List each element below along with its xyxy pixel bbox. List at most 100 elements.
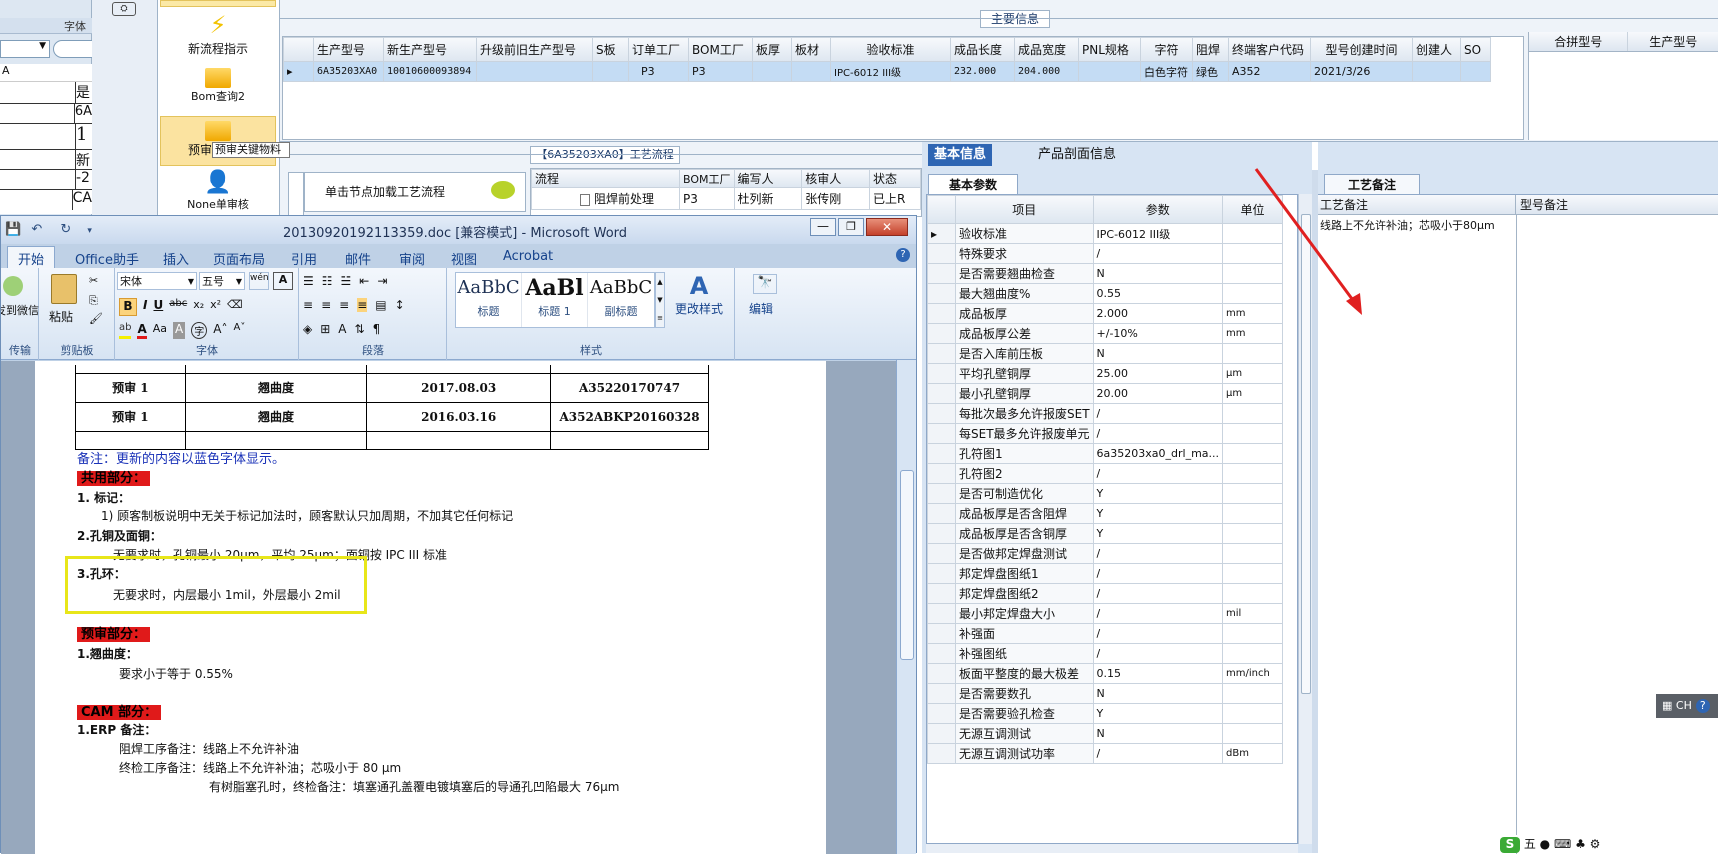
column-header[interactable]: BOM工厂: [679, 169, 735, 188]
tab-profile-info[interactable]: 产品剖面信息: [1038, 144, 1116, 166]
param-row[interactable]: 无源互调测试功率 / dBm: [927, 743, 1284, 764]
param-value[interactable]: N: [1092, 723, 1224, 744]
param-row[interactable]: 邦定焊盘图纸1/: [927, 563, 1284, 584]
align-left-icon[interactable]: ≡: [303, 298, 313, 312]
param-value[interactable]: /: [1092, 563, 1224, 584]
param-row[interactable]: 是否需要数孔 N: [927, 683, 1284, 704]
find-icon[interactable]: 🔭: [753, 274, 777, 294]
param-row[interactable]: 最小孔壁铜厚 20.00 μm: [927, 383, 1284, 404]
superscript-icon[interactable]: x²: [210, 298, 221, 316]
clear-format-icon[interactable]: ⌫: [227, 298, 243, 316]
column-header[interactable]: 板材: [791, 37, 831, 62]
bold-icon[interactable]: B: [119, 298, 137, 316]
column-header[interactable]: 合拼型号: [1529, 32, 1629, 51]
subscript-icon[interactable]: x₂: [193, 298, 204, 316]
doc-warp-heading[interactable]: 1.翘曲度：: [77, 645, 138, 662]
table-row[interactable]: ▸ 6A35203XA0 10010600093894 P3 P3 IPC-60…: [283, 61, 1491, 82]
sogou-tray[interactable]: S 五 ● ⌨ ♣ ⚙: [1500, 835, 1718, 853]
column-header[interactable]: 新生产型号: [383, 37, 477, 62]
style-heading-1[interactable]: AaBl 标题 1: [522, 273, 588, 327]
param-row[interactable]: 每批次最多允许报废SET /: [927, 403, 1284, 424]
column-header[interactable]: 创建人: [1412, 37, 1461, 62]
show-marks-icon[interactable]: ¶: [373, 322, 381, 336]
param-row[interactable]: 孔符图1 6a35203xa0_drl_ma...: [927, 443, 1284, 464]
copy-icon[interactable]: ⎘: [89, 294, 98, 308]
param-row[interactable]: 是否需要验孔检查 Y: [927, 703, 1284, 724]
tab-review[interactable]: 审阅: [399, 249, 425, 268]
column-header[interactable]: 编写人: [733, 169, 803, 188]
increase-indent-icon[interactable]: ⇥: [377, 274, 387, 288]
font-size-select[interactable]: 五号 ▼: [199, 272, 245, 290]
format-painter-icon[interactable]: 🖌: [89, 312, 103, 325]
param-row[interactable]: 孔符图2/: [927, 463, 1284, 484]
doc-heading-common[interactable]: 共用部分：: [77, 467, 151, 486]
column-header[interactable]: 型号创建时间: [1310, 37, 1413, 62]
minimize-button[interactable]: —: [810, 218, 836, 236]
column-header[interactable]: 核审人: [801, 169, 871, 188]
param-value[interactable]: /: [1092, 243, 1224, 264]
tab-acrobat[interactable]: Acrobat: [503, 249, 553, 264]
ime-bar[interactable]: ▦ CH?: [1656, 694, 1718, 718]
borders-icon[interactable]: ⊞: [320, 322, 330, 336]
param-value[interactable]: Y: [1092, 523, 1224, 544]
param-row[interactable]: ▸ 验收标准 IPC-6012 III级: [927, 223, 1284, 244]
doc-vscroll[interactable]: [896, 360, 916, 854]
redo-icon[interactable]: ↻: [60, 222, 71, 237]
column-header[interactable]: BOM工厂: [688, 37, 753, 62]
param-value[interactable]: 0.15: [1092, 663, 1224, 684]
column-header[interactable]: 成品长度: [950, 37, 1015, 62]
justify-icon[interactable]: ≡: [357, 298, 368, 312]
doc-heading-cam[interactable]: CAM 部分：: [77, 701, 162, 720]
param-row[interactable]: 是否可制造优化 Y: [927, 483, 1284, 504]
param-value[interactable]: /: [1092, 583, 1224, 604]
ribbon-help-icon[interactable]: ?: [896, 248, 910, 262]
help-icon[interactable]: ?: [1695, 699, 1710, 713]
align-center-icon[interactable]: ≡: [321, 298, 331, 312]
column-header[interactable]: 状态: [869, 169, 921, 188]
change-styles-button[interactable]: A 更改样式: [671, 272, 727, 317]
param-value[interactable]: Y: [1092, 483, 1224, 504]
tab-references[interactable]: 引用: [291, 249, 317, 268]
doc-ring-heading[interactable]: 3.孔环：: [77, 565, 126, 582]
param-value[interactable]: 6a35203xa0_drl_ma...: [1092, 443, 1224, 464]
style-heading[interactable]: AaBbC 标题: [456, 273, 522, 327]
shading-icon[interactable]: ◈: [303, 322, 312, 336]
underline-icon[interactable]: U: [153, 298, 163, 316]
param-value[interactable]: /: [1092, 543, 1224, 564]
paste-icon[interactable]: [51, 274, 77, 304]
params-hscroll[interactable]: [926, 844, 1298, 853]
table-row[interactable]: 阻焊前处理 P3 杜列新 张传刚 已上R: [531, 187, 921, 210]
doc-erp-line3[interactable]: 有树脂塞孔时，终检备注：填塞通孔盖覆电镀填塞后的导通孔凹陷最大 76μm: [209, 778, 619, 795]
enclose-char-icon[interactable]: 字: [191, 322, 208, 339]
strike-icon[interactable]: abc: [169, 298, 187, 316]
shrink-font-icon[interactable]: A˅: [233, 322, 245, 339]
doc-ring-text[interactable]: 无要求时，内层最小 1mil，外层最小 2mil: [113, 586, 341, 603]
char-border-icon[interactable]: A: [273, 272, 293, 290]
doc-mark-heading[interactable]: 1. 标记：: [77, 489, 130, 506]
param-value[interactable]: /: [1092, 623, 1224, 644]
doc-note[interactable]: 备注：更新的内容以蓝色字体显示。: [77, 448, 285, 467]
param-row[interactable]: 成品板厚是否含铜厚 Y: [927, 523, 1284, 544]
distribute-icon[interactable]: ▤: [375, 298, 386, 312]
column-header[interactable]: 流程: [531, 169, 680, 188]
param-value[interactable]: /: [1092, 403, 1224, 424]
numbering-icon[interactable]: ☷: [322, 274, 333, 288]
align-right-icon[interactable]: ≡: [339, 298, 349, 312]
param-value[interactable]: N: [1092, 263, 1224, 284]
cut-icon[interactable]: ✂: [89, 274, 98, 287]
column-header[interactable]: 成品宽度: [1014, 37, 1079, 62]
column-header[interactable]: 项目: [955, 195, 1094, 224]
italic-icon[interactable]: I: [143, 298, 147, 316]
column-header[interactable]: 阻焊: [1192, 37, 1229, 62]
doc-erp-heading[interactable]: 1.ERP 备注：: [77, 721, 156, 738]
param-value[interactable]: 20.00: [1092, 383, 1224, 404]
column-header[interactable]: 生产型号: [1628, 32, 1718, 51]
gallery-scroll[interactable]: ▲ ▼ ≡: [655, 272, 665, 328]
param-value[interactable]: IPC-6012 III级: [1092, 223, 1224, 244]
tab-page-layout[interactable]: 页面布局: [213, 249, 265, 268]
param-row[interactable]: 最小邦定焊盘大小 / mil: [927, 603, 1284, 624]
column-header[interactable]: S板: [592, 37, 629, 62]
undo-icon[interactable]: ↶: [31, 222, 42, 237]
edit-label[interactable]: 编辑: [749, 300, 773, 317]
phonetic-icon[interactable]: wén: [249, 272, 269, 290]
